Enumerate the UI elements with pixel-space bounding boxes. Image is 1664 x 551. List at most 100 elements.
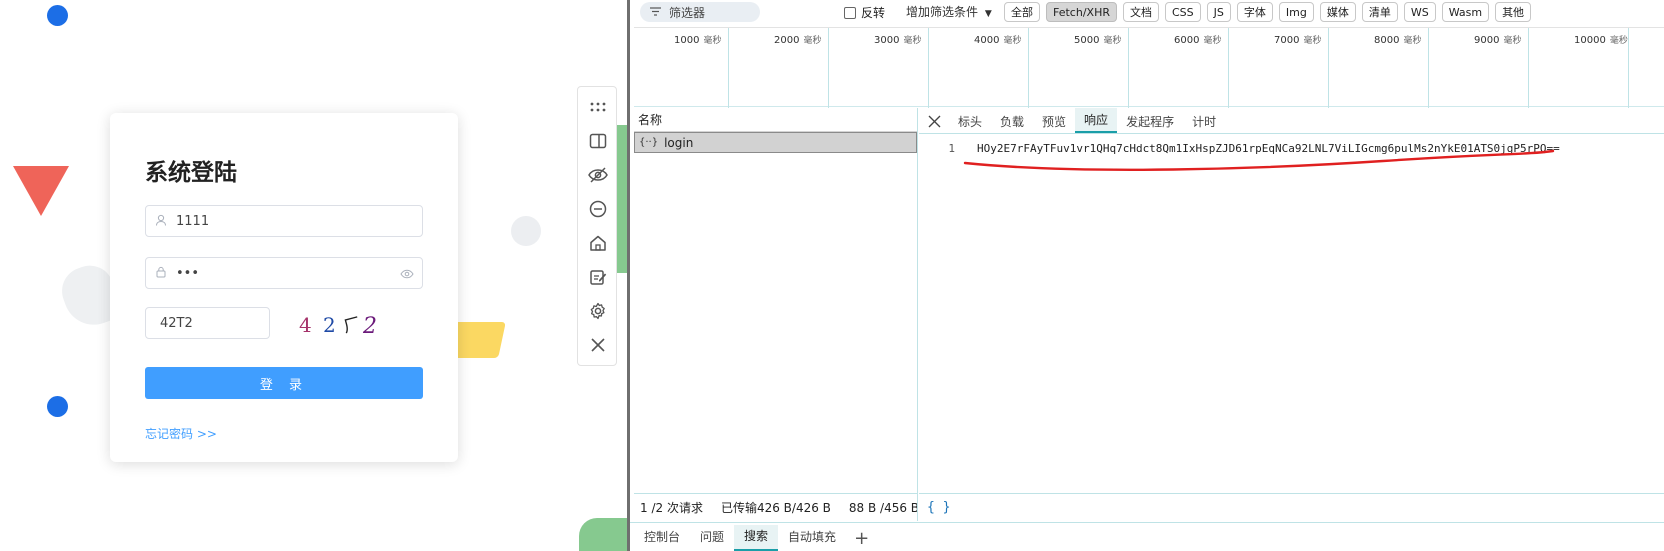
name-column-header[interactable]: 名称 xyxy=(634,108,917,132)
pretty-print-bar: { } xyxy=(919,493,1664,521)
tick-unit: 毫秒 xyxy=(1303,36,1322,46)
drawer-tab-1[interactable]: 问题 xyxy=(690,525,734,551)
captcha-char-3: ㄏ xyxy=(341,313,364,338)
forgot-password-link[interactable]: 忘记密码 >> xyxy=(145,425,217,442)
filter-chip-1[interactable]: Fetch/XHR xyxy=(1046,2,1117,22)
detail-tabs: 标头 负载 预览 响应 发起程序 计时 xyxy=(919,108,1664,134)
timeline-tick-label: 6000 毫秒 xyxy=(1174,33,1221,46)
devtools-network-panel: 筛选器 反转 增加筛选条件 ▼ 全部 Fetch/XHR 文档 CSS JS 字体 Img 媒… xyxy=(627,0,1664,551)
filter-chip-5[interactable]: 字体 xyxy=(1236,2,1273,22)
decor-blue-dot-bottom xyxy=(47,396,68,417)
captcha-char-2: 2 xyxy=(323,313,336,337)
filter-chip-2[interactable]: 文档 xyxy=(1122,2,1159,22)
filter-bar: 筛选器 反转 增加筛选条件 ▼ 全部 Fetch/XHR 文档 CSS JS 字体 Img 媒… xyxy=(630,0,1664,24)
filter-input[interactable]: 筛选器 xyxy=(640,2,760,22)
tick-unit: 毫秒 xyxy=(1609,36,1628,46)
timeline-tick xyxy=(928,28,929,108)
filter-chip-6[interactable]: Img xyxy=(1278,2,1314,22)
tick-unit: 毫秒 xyxy=(1103,36,1122,46)
timeline-overview[interactable]: 1000 毫秒 2000 毫秒 3000 毫秒 4000 毫秒 5000 毫秒 6000 毫秒 7000… xyxy=(634,27,1664,108)
timeline-tick-label: 2000 毫秒 xyxy=(774,33,821,46)
captcha-image[interactable]: 4 2 ㄏ 2 xyxy=(295,309,395,339)
eye-off-icon[interactable] xyxy=(586,163,610,187)
edit-note-icon[interactable] xyxy=(586,265,610,289)
filter-chip-9[interactable]: WS xyxy=(1403,2,1436,22)
detail-tab-4[interactable]: 发起程序 xyxy=(1117,113,1183,133)
tick-value: 4000 xyxy=(974,35,1000,46)
caret-down-icon: ▼ xyxy=(984,9,992,19)
timeline-tick xyxy=(1128,28,1129,108)
timeline-tick-label: 4000 毫秒 xyxy=(974,33,1021,46)
drawer-tab-3[interactable]: 自动填充 xyxy=(778,525,846,551)
filter-chip-3[interactable]: CSS xyxy=(1164,2,1201,22)
more-filters-dropdown[interactable]: 增加筛选条件 ▼ xyxy=(906,3,992,20)
type-filter-chips: 全部 Fetch/XHR 文档 CSS JS 字体 Img 媒体 清单 WS Wasm 其他 xyxy=(1004,2,1532,22)
status-bar: 1 /2 次请求 已传输426 B/426 B 88 B /456 B 资 xyxy=(634,493,918,521)
filter-chip-11[interactable]: 其他 xyxy=(1495,2,1532,22)
tick-unit: 毫秒 xyxy=(1003,36,1022,46)
tick-unit: 毫秒 xyxy=(903,36,922,46)
tick-unit: 毫秒 xyxy=(1203,36,1222,46)
lock-icon xyxy=(146,266,176,281)
decor-blue-dot-top xyxy=(47,5,68,26)
drawer-tab-0[interactable]: 控制台 xyxy=(634,525,690,551)
checkbox-box[interactable] xyxy=(844,6,856,19)
resources-size: 88 B /456 B 资 xyxy=(848,501,917,515)
timeline-tick-label: 10000 毫秒 xyxy=(1574,33,1628,46)
filter-placeholder: 筛选器 xyxy=(669,5,706,20)
username-input[interactable]: 1111 xyxy=(145,205,423,237)
login-page: 系统登陆 1111 ••• 42T2 4 2 ㄏ 2 登 录 忘记密码 >> xyxy=(0,0,627,551)
tick-value: 9000 xyxy=(1474,35,1500,46)
user-icon xyxy=(146,214,176,229)
drawer-tab-2[interactable]: 搜索 xyxy=(734,525,779,551)
tick-unit: 毫秒 xyxy=(703,36,722,46)
detail-tab-1[interactable]: 负载 xyxy=(991,113,1033,133)
tick-value: 2000 xyxy=(774,35,800,46)
filter-chip-8[interactable]: 清单 xyxy=(1361,2,1398,22)
gear-icon[interactable] xyxy=(586,299,610,323)
timeline-tick xyxy=(1528,28,1529,108)
timeline-tick xyxy=(728,28,729,108)
filter-chip-10[interactable]: Wasm xyxy=(1441,2,1490,22)
timeline-tick-label: 3000 毫秒 xyxy=(874,33,921,46)
timeline-tick-label: 1000 毫秒 xyxy=(674,33,721,46)
timeline-tick-label: 9000 毫秒 xyxy=(1474,33,1521,46)
tick-value: 3000 xyxy=(874,35,900,46)
filter-chip-7[interactable]: 媒体 xyxy=(1319,2,1356,22)
home-icon[interactable] xyxy=(586,231,610,255)
detail-tab-0[interactable]: 标头 xyxy=(949,113,991,133)
side-toolbar xyxy=(577,86,617,366)
request-count: 1 /2 次请求 xyxy=(640,501,703,515)
timeline-tick xyxy=(1228,28,1229,108)
tick-unit: 毫秒 xyxy=(803,36,822,46)
captcha-input[interactable]: 42T2 xyxy=(145,307,270,339)
invert-checkbox[interactable]: 反转 xyxy=(844,4,885,21)
close-detail-icon[interactable] xyxy=(919,109,949,133)
drag-handle-icon[interactable] xyxy=(586,95,610,119)
login-button[interactable]: 登 录 xyxy=(145,367,423,399)
timeline-tick-label: 7000 毫秒 xyxy=(1274,33,1321,46)
minus-circle-icon[interactable] xyxy=(586,197,610,221)
tick-value: 10000 xyxy=(1574,35,1606,46)
eye-icon[interactable] xyxy=(400,267,414,281)
tick-value: 6000 xyxy=(1174,35,1200,46)
close-icon[interactable] xyxy=(586,333,610,357)
detail-tab-5[interactable]: 计时 xyxy=(1183,113,1225,133)
add-tab-icon[interactable]: + xyxy=(846,528,877,551)
username-value: 1111 xyxy=(176,213,210,229)
tick-value: 5000 xyxy=(1074,35,1100,46)
sidebar-panel-icon[interactable] xyxy=(586,129,610,153)
decor-grey-circle xyxy=(511,216,541,246)
captcha-value: 42T2 xyxy=(160,315,193,331)
transferred-size: 已传输426 B/426 B xyxy=(720,501,831,515)
pretty-print-button[interactable]: { } xyxy=(927,500,950,515)
password-input[interactable]: ••• xyxy=(145,257,423,289)
request-row-login[interactable]: {··} login xyxy=(634,132,917,153)
filter-chip-4[interactable]: JS xyxy=(1206,2,1231,22)
detail-tab-3[interactable]: 响应 xyxy=(1075,108,1118,133)
decor-green-blob xyxy=(579,518,627,551)
detail-tab-2[interactable]: 预览 xyxy=(1033,113,1075,133)
fetch-icon: {··} xyxy=(639,137,659,148)
filter-chip-0[interactable]: 全部 xyxy=(1004,2,1040,22)
decor-red-triangle xyxy=(13,166,69,216)
